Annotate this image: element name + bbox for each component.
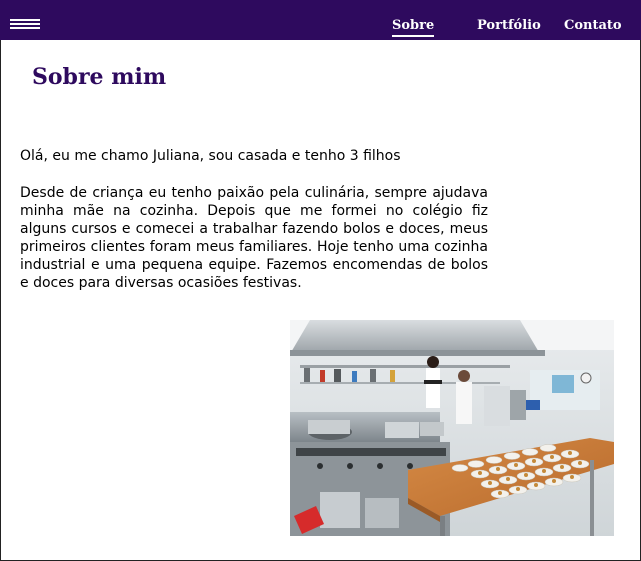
intro-text: Olá, eu me chamo Juliana, sou casada e t… <box>20 148 401 164</box>
bio-text: Desde de criança eu tenho paixão pela cu… <box>20 185 488 291</box>
hamburger-menu-icon[interactable] <box>10 19 40 33</box>
nav-link-portfolio[interactable]: Portfólio <box>477 18 541 34</box>
page-title: Sobre mim <box>32 64 167 90</box>
kitchen-photo <box>290 320 614 536</box>
top-navbar: Sobre Portfólio Contato <box>0 0 641 40</box>
nav-link-contato[interactable]: Contato <box>564 18 622 34</box>
nav-link-sobre[interactable]: Sobre <box>392 18 435 37</box>
